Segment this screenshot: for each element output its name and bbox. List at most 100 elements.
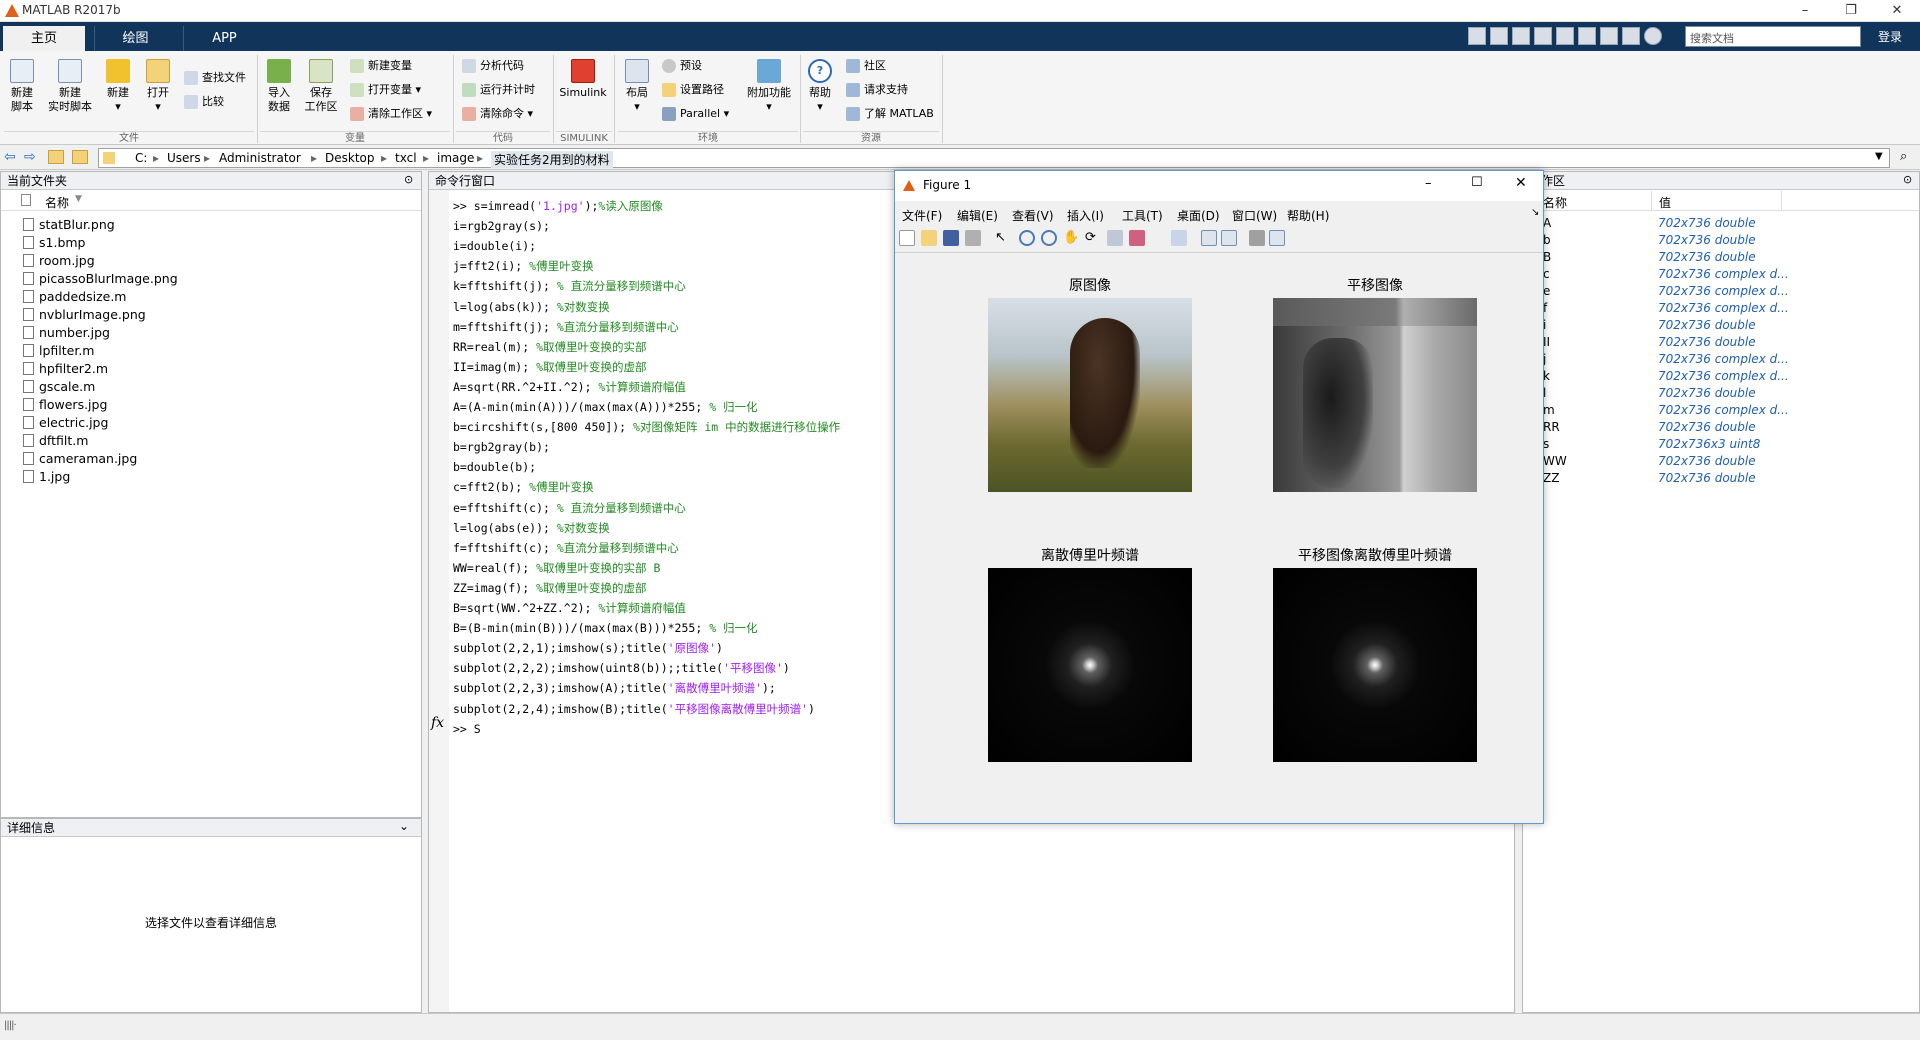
workspace-var-name[interactable]: k	[1543, 368, 1550, 385]
request-support-button[interactable]: 请求支持	[846, 81, 908, 99]
clear-commands-button[interactable]: 清除命令 ▾	[462, 105, 533, 123]
restore-button[interactable]: ❐	[1828, 0, 1874, 22]
maximize-button[interactable]: ☐	[1471, 175, 1483, 190]
file-item[interactable]: statBlur.png	[23, 216, 115, 234]
pointer-icon[interactable]: ↖	[995, 230, 1011, 246]
find-files-button[interactable]: 查找文件	[184, 69, 246, 87]
file-item[interactable]: dftfilt.m	[23, 432, 88, 450]
close-button[interactable]: ✕	[1515, 175, 1527, 191]
menu-help[interactable]: 帮助(H)	[1287, 207, 1329, 224]
simulink-button[interactable]: Simulink	[558, 59, 608, 100]
menu-desktop[interactable]: 桌面(D)	[1177, 207, 1220, 224]
qa-redo-icon[interactable]	[1578, 27, 1596, 45]
workspace-var-name[interactable]: WW	[1543, 453, 1567, 470]
file-item[interactable]: cameraman.jpg	[23, 450, 137, 468]
search-docs-input[interactable]: 搜索文档	[1685, 26, 1861, 47]
up-folder-icon[interactable]	[48, 150, 64, 164]
breadcrumb[interactable]: image	[437, 151, 474, 165]
forward-icon[interactable]: ⇨	[24, 149, 36, 165]
workspace-var-name[interactable]: m	[1543, 402, 1555, 419]
menu-insert[interactable]: 插入(I)	[1067, 207, 1104, 224]
clear-workspace-button[interactable]: 清除工作区 ▾	[350, 105, 432, 123]
colorbar-icon[interactable]	[1201, 230, 1217, 246]
qa-save-icon[interactable]	[1468, 27, 1486, 45]
minimize-button[interactable]: –	[1425, 176, 1432, 191]
breadcrumb-current[interactable]: 实验任务2用到的材料	[491, 151, 613, 168]
save-icon[interactable]	[943, 230, 959, 246]
zoom-in-icon[interactable]	[1019, 230, 1035, 246]
brush-icon[interactable]	[1129, 230, 1145, 246]
browse-folder-icon[interactable]	[72, 150, 88, 164]
layout-button[interactable]: 布局 ▾	[620, 59, 654, 114]
parallel-button[interactable]: Parallel ▾	[662, 105, 729, 123]
menu-tools[interactable]: 工具(T)	[1122, 207, 1163, 224]
import-data-button[interactable]: 导入 数据	[262, 59, 296, 114]
menu-edit[interactable]: 编辑(E)	[957, 207, 998, 224]
chevron-down-icon[interactable]: ⌄	[399, 819, 409, 833]
minimize-button[interactable]: –	[1782, 0, 1828, 22]
panel-menu-icon[interactable]: ⊙	[1903, 173, 1912, 186]
menu-view[interactable]: 查看(V)	[1012, 207, 1054, 224]
breadcrumb[interactable]: C:	[135, 151, 147, 165]
panel-menu-icon[interactable]: ⊙	[404, 173, 413, 186]
workspace-var-name[interactable]: A	[1543, 215, 1551, 232]
workspace-var-name[interactable]: B	[1543, 249, 1551, 266]
workspace-var-name[interactable]: II	[1543, 334, 1550, 351]
file-item[interactable]: s1.bmp	[23, 234, 85, 252]
file-item[interactable]: gscale.m	[23, 378, 95, 396]
file-item[interactable]: 1.jpg	[23, 468, 70, 486]
qa-help-icon[interactable]	[1644, 27, 1662, 45]
show-tools-icon[interactable]	[1269, 230, 1285, 246]
qa-cut-icon[interactable]	[1490, 27, 1508, 45]
column-name[interactable]: 名称	[1543, 194, 1567, 211]
open-button[interactable]: 打开 ▾	[142, 59, 174, 114]
chevron-down-icon[interactable]: ▼	[1875, 151, 1883, 162]
login-link[interactable]: 登录	[1878, 28, 1902, 45]
close-button[interactable]: ✕	[1874, 0, 1920, 22]
path-field[interactable]: C: ▸ Users ▸ Administrator ▸ Desktop ▸ t…	[98, 148, 1890, 168]
zoom-out-icon[interactable]	[1041, 230, 1057, 246]
file-item[interactable]: number.jpg	[23, 324, 110, 342]
set-path-button[interactable]: 设置路径	[662, 81, 724, 99]
column-name[interactable]: 名称	[45, 194, 69, 211]
workspace-var-name[interactable]: ZZ	[1543, 470, 1559, 487]
column-value[interactable]: 值	[1659, 194, 1671, 211]
breadcrumb[interactable]: txcl	[395, 151, 417, 165]
file-item[interactable]: hpfilter2.m	[23, 360, 108, 378]
legend-icon[interactable]	[1221, 230, 1237, 246]
hide-tools-icon[interactable]	[1249, 230, 1265, 246]
qa-undo-icon[interactable]	[1556, 27, 1574, 45]
workspace-var-name[interactable]: e	[1543, 283, 1550, 300]
print-icon[interactable]	[965, 230, 981, 246]
open-file-icon[interactable]	[921, 230, 937, 246]
qa-switch-icon[interactable]	[1600, 27, 1618, 45]
preferences-button[interactable]: 预设	[662, 57, 702, 75]
tab-plots[interactable]: 绘图	[94, 26, 176, 51]
file-item[interactable]: electric.jpg	[23, 414, 108, 432]
rotate-icon[interactable]: ⟳	[1085, 230, 1101, 246]
pan-icon[interactable]: ✋	[1063, 230, 1079, 246]
tab-apps[interactable]: APP	[183, 26, 265, 51]
new-figure-icon[interactable]	[899, 230, 915, 246]
menu-file[interactable]: 文件(F)	[902, 207, 942, 224]
link-icon[interactable]	[1171, 230, 1187, 246]
new-variable-button[interactable]: 新建变量	[350, 57, 412, 75]
breadcrumb[interactable]: Administrator	[219, 151, 301, 165]
file-item[interactable]: flowers.jpg	[23, 396, 107, 414]
breadcrumb[interactable]: Desktop	[325, 151, 375, 165]
qa-layout-icon[interactable]	[1622, 27, 1640, 45]
back-icon[interactable]: ⇦	[4, 149, 16, 165]
workspace-var-name[interactable]: RR	[1543, 419, 1560, 436]
community-button[interactable]: 社区	[846, 57, 886, 75]
new-live-script-button[interactable]: 新建 实时脚本	[46, 59, 94, 114]
new-script-button[interactable]: 新建 脚本	[6, 59, 38, 114]
save-workspace-button[interactable]: 保存 工作区	[302, 59, 340, 114]
breadcrumb[interactable]: Users	[167, 151, 201, 165]
tab-home[interactable]: 主页	[3, 26, 85, 51]
file-item[interactable]: picassoBlurImage.png	[23, 270, 178, 288]
data-cursor-icon[interactable]	[1107, 230, 1123, 246]
qa-paste-icon[interactable]	[1534, 27, 1552, 45]
addons-button[interactable]: 附加功能 ▾	[744, 59, 794, 114]
help-button[interactable]: ? 帮助 ▾	[806, 59, 834, 114]
learn-matlab-button[interactable]: 了解 MATLAB	[846, 105, 934, 123]
